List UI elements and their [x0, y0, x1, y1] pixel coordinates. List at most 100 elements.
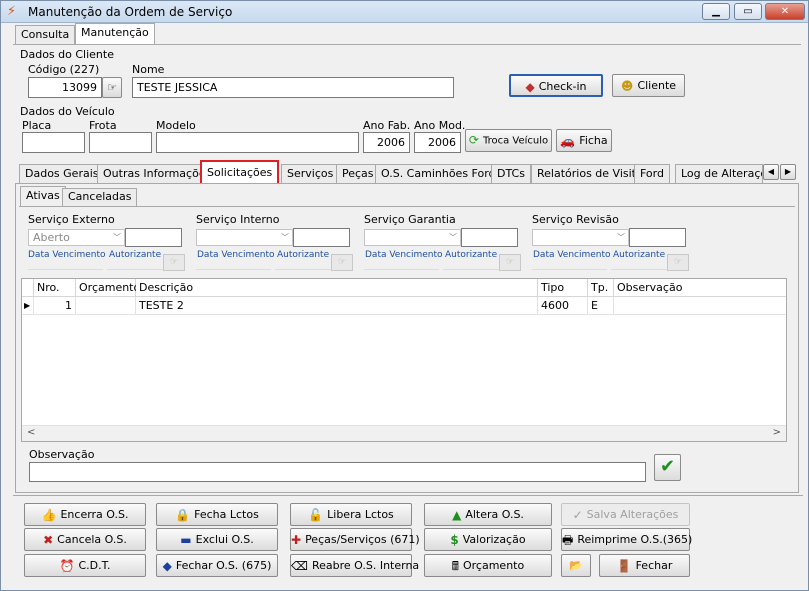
tab-dtcs[interactable]: DTCs	[491, 164, 531, 184]
swap-icon: ⟳	[468, 133, 479, 147]
tab-scroll-right[interactable]: ▶	[780, 164, 796, 180]
confirm-observacao-button[interactable]: ✔	[654, 454, 681, 481]
tab-manutencao[interactable]: Manutenção	[75, 23, 155, 44]
autorizante-field-2[interactable]	[275, 254, 331, 270]
minimize-button[interactable]: ▁	[702, 3, 730, 20]
grid-header-descricao[interactable]: Descrição	[136, 279, 538, 297]
data-vencimento-field-1[interactable]	[28, 254, 103, 270]
autorizante-field-1[interactable]	[107, 254, 163, 270]
cell-observacao[interactable]	[614, 297, 786, 315]
ano-fab-field[interactable]: 2006	[363, 132, 410, 153]
servico-interno-input[interactable]	[293, 228, 350, 247]
maximize-button[interactable]: ▭	[734, 3, 762, 20]
orcamento-button[interactable]: 🖩 Orçamento	[424, 554, 552, 577]
tab-os-caminhoes-ford[interactable]: O.S. Caminhões Ford	[375, 164, 502, 184]
valorizacao-button[interactable]: $ Valorização	[424, 528, 552, 551]
altera-os-button[interactable]: ▲ Altera O.S.	[424, 503, 552, 526]
fechar-os-button[interactable]: ◆ Fechar O.S. (675)	[156, 554, 278, 577]
data-vencimento-field-4[interactable]	[532, 254, 607, 270]
lookup-icon: ☞	[673, 257, 683, 267]
cancela-os-button[interactable]: ✖ Cancela O.S.	[24, 528, 146, 551]
solicitacoes-grid: Nro. Orçamento Descrição Tipo Tp. Observ…	[21, 278, 787, 442]
grid-header-nro[interactable]: Nro.	[34, 279, 76, 297]
dollar-icon: $	[450, 532, 459, 547]
cell-nro[interactable]: 1	[34, 297, 76, 315]
tab-outras-informacoes[interactable]: Outras Informações	[97, 164, 201, 184]
grid-header-tipo[interactable]: Tipo	[538, 279, 588, 297]
nome-field[interactable]: TESTE JESSICA	[132, 77, 454, 98]
data-vencimento-field-2[interactable]	[196, 254, 271, 270]
reabre-os-interna-button[interactable]: ⌫ Reabre O.S. Interna	[290, 554, 419, 577]
cliente-group-label: Dados do Cliente	[20, 48, 114, 61]
app-icon: ⚡	[7, 4, 17, 19]
libera-lctos-button[interactable]: 🔓 Libera Lctos	[290, 503, 412, 526]
servico-externo-select[interactable]: Aberto ﹀	[28, 229, 125, 246]
tab-ford[interactable]: Ford	[634, 164, 670, 184]
grid-header-observacao[interactable]: Observação	[614, 279, 786, 297]
tab-servicos[interactable]: Serviços	[281, 164, 340, 184]
pecas-servicos-button[interactable]: ✚ Peças/Serviços (671)	[290, 528, 420, 551]
encerra-os-button[interactable]: 👍 Encerra O.S.	[24, 503, 146, 526]
thumbs-up-icon: 👍	[41, 507, 57, 522]
autorizante-field-4[interactable]	[611, 254, 667, 270]
exclui-os-label: Exclui O.S.	[195, 533, 254, 546]
autorizante-lookup-3[interactable]: ☞	[499, 254, 521, 271]
autorizante-lookup-4[interactable]: ☞	[667, 254, 689, 271]
servico-revisao-select[interactable]: ﹀	[532, 229, 629, 246]
checkin-button[interactable]: ◆ Check-in	[509, 74, 603, 97]
tab-ativas[interactable]: Ativas	[20, 186, 66, 206]
cdt-button[interactable]: ⏰ C.D.T.	[24, 554, 146, 577]
tab-pecas[interactable]: Peças	[336, 164, 380, 184]
tab-scroll-left[interactable]: ◀	[763, 164, 779, 180]
scroll-right-icon[interactable]: >	[773, 427, 781, 438]
ano-fab-label: Ano Fab.	[363, 119, 411, 132]
cdt-label: C.D.T.	[78, 559, 111, 572]
reabre-os-interna-label: Reabre O.S. Interna	[311, 559, 420, 572]
tab-consulta[interactable]: Consulta	[15, 25, 76, 44]
ano-mod-field[interactable]: 2006	[414, 132, 461, 153]
autorizante-lookup-1[interactable]: ☞	[163, 254, 185, 271]
cell-tipo[interactable]: 4600	[538, 297, 588, 315]
servico-revisao-input[interactable]	[629, 228, 686, 247]
lock-icon: 🔒	[175, 507, 191, 522]
actions-divider	[13, 495, 803, 496]
grid-header-tp[interactable]: Tp.	[588, 279, 614, 297]
autorizante-field-3[interactable]	[443, 254, 499, 270]
open-folder-button[interactable]: 📂	[561, 554, 591, 577]
grid-header-orcamento[interactable]: Orçamento	[76, 279, 140, 297]
observacao-field[interactable]	[29, 462, 646, 482]
servico-interno-select[interactable]: ﹀	[196, 229, 293, 246]
modelo-field[interactable]	[156, 132, 359, 153]
cell-tp[interactable]: E	[588, 297, 614, 315]
tab-log-alteracoes[interactable]: Log de Alteraçõ	[675, 164, 763, 184]
tab-relatorios-visita[interactable]: Relatórios de Visita	[531, 164, 649, 184]
close-button[interactable]: ✕	[765, 3, 805, 20]
reimprime-os-button[interactable]: 🖶 Reimprime O.S.(365)	[561, 528, 693, 551]
data-vencimento-field-3[interactable]	[364, 254, 439, 270]
placa-field[interactable]	[22, 132, 85, 153]
cell-orcamento[interactable]	[76, 297, 136, 315]
fechar-button[interactable]: 🚪 Fechar	[599, 554, 690, 577]
lookup-icon: ☞	[337, 257, 347, 267]
tab-canceladas[interactable]: Canceladas	[62, 188, 138, 206]
eraser-icon: ⌫	[291, 558, 308, 573]
autorizante-lookup-2[interactable]: ☞	[331, 254, 353, 271]
servico-externo-input[interactable]	[125, 228, 182, 247]
reimprime-os-label: Reimprime O.S.(365)	[577, 533, 693, 546]
scroll-left-icon[interactable]: <	[27, 427, 35, 438]
cliente-button[interactable]: ☻ Cliente	[612, 74, 685, 97]
frota-field[interactable]	[89, 132, 152, 153]
exclui-os-button[interactable]: ▬ Exclui O.S.	[156, 528, 278, 551]
servico-garantia-select[interactable]: ﹀	[364, 229, 461, 246]
fecha-lctos-button[interactable]: 🔒 Fecha Lctos	[156, 503, 278, 526]
horizontal-scrollbar[interactable]: < >	[22, 425, 786, 441]
cell-descricao[interactable]: TESTE 2	[136, 297, 538, 315]
troca-veiculo-button[interactable]: ⟳ Troca Veículo	[465, 129, 552, 152]
search-cliente-button[interactable]: ☞	[102, 77, 122, 98]
servico-garantia-input[interactable]	[461, 228, 518, 247]
tab-dados-gerais[interactable]: Dados Gerais	[19, 164, 105, 184]
codigo-field[interactable]: 13099	[28, 77, 102, 98]
ficha-button[interactable]: 🚗 Ficha	[556, 129, 612, 152]
servico-garantia-label: Serviço Garantia	[364, 213, 456, 226]
salva-alteracoes-button[interactable]: ✓ Salva Alterações	[561, 503, 690, 526]
